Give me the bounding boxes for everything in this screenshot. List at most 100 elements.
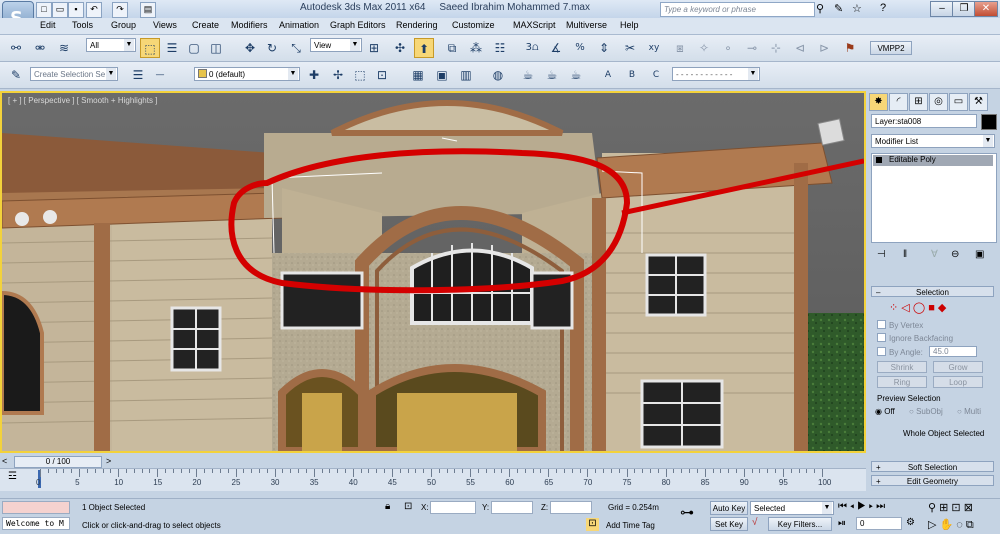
time-slider[interactable]: < 0 / 100 > bbox=[0, 455, 866, 468]
x-coordinate-field[interactable] bbox=[430, 501, 476, 514]
menu-multiverse[interactable]: Multiverse bbox=[566, 20, 607, 30]
edit-geometry-rollout-header[interactable]: + Edit Geometry bbox=[871, 475, 994, 486]
viewcube-icon[interactable] bbox=[817, 118, 845, 146]
infocenter-binoculars-icon[interactable]: ⚲ bbox=[816, 2, 824, 15]
reference-coordinate-dropdown[interactable]: View ▼ bbox=[310, 38, 362, 52]
absolute-mode-icon[interactable]: ⊡ bbox=[404, 501, 412, 512]
current-layer-dropdown[interactable]: 0 (default) ▼ bbox=[194, 67, 300, 81]
menu-edit[interactable]: Edit bbox=[40, 20, 56, 30]
snapshot-icon[interactable]: ✧ bbox=[694, 38, 714, 58]
align-icon[interactable]: ⁂ bbox=[466, 38, 486, 58]
set-key-button[interactable]: Set Key bbox=[710, 517, 748, 531]
edit-named-selection-set-icon[interactable]: ✎ bbox=[6, 65, 26, 85]
menu-animation[interactable]: Animation bbox=[279, 20, 319, 30]
menu-views[interactable]: Views bbox=[153, 20, 177, 30]
minimize-button[interactable]: – bbox=[930, 1, 954, 17]
stack-item-editable-poly[interactable]: Editable Poly bbox=[873, 155, 993, 166]
line-style-dropdown[interactable]: - - - - - - - - - - - - ▼ bbox=[672, 67, 760, 81]
percent-snap-icon[interactable]: % bbox=[570, 38, 590, 58]
utilities-tab-icon[interactable]: ⚒ bbox=[969, 93, 988, 111]
set-key-icon[interactable]: ⊶ bbox=[680, 504, 694, 521]
maxscript-listener-top[interactable] bbox=[2, 501, 70, 514]
remove-modifier-icon[interactable]: ⊖ bbox=[951, 249, 959, 260]
layer-toggles-icon[interactable]: — — bbox=[150, 65, 170, 100]
go-to-start-icon[interactable]: ⏮ bbox=[838, 501, 847, 512]
menu-create[interactable]: Create bbox=[192, 20, 219, 30]
select-and-move-icon[interactable]: ✥ bbox=[240, 38, 260, 58]
maximize-button[interactable]: ❐ bbox=[952, 1, 976, 17]
layer-manager-icon[interactable]: ☷ bbox=[490, 38, 510, 58]
element-icon[interactable]: ◆ bbox=[938, 302, 946, 314]
redo-icon[interactable]: ↷ bbox=[112, 2, 128, 18]
render-frame-icon[interactable]: ◍ bbox=[488, 65, 508, 85]
vertex-icon[interactable]: ⁘ bbox=[889, 302, 898, 314]
select-by-name-icon[interactable]: ☰ bbox=[162, 38, 182, 58]
unlink-icon[interactable]: ⚮ bbox=[30, 38, 50, 58]
key-mode-dropdown[interactable]: Selected ▼ bbox=[750, 501, 834, 515]
menu-graph-editors[interactable]: Graph Editors bbox=[330, 20, 386, 30]
pivot-center-icon[interactable]: ⊞ bbox=[364, 38, 384, 58]
menu-tools[interactable]: Tools bbox=[72, 20, 93, 30]
save-file-icon[interactable]: ▪ bbox=[68, 2, 84, 18]
go-to-end-icon[interactable]: ⏭ bbox=[876, 501, 885, 512]
array-icon[interactable]: ⧆ bbox=[670, 38, 690, 58]
render-production-icon[interactable]: ☕ bbox=[566, 65, 586, 85]
select-object-icon[interactable]: ⬚ bbox=[140, 38, 160, 58]
render-setup-teapot-icon[interactable]: ☕ bbox=[518, 65, 538, 85]
maximize-viewport-icon[interactable]: ⧉ bbox=[966, 519, 974, 531]
key-mode-toggle-icon[interactable]: ⏯ bbox=[838, 518, 846, 529]
y-coordinate-field[interactable] bbox=[491, 501, 533, 514]
spinner-snap-icon[interactable]: ⇕ bbox=[594, 38, 614, 58]
time-tag-icon[interactable]: ⊡ bbox=[586, 518, 599, 531]
undo-icon[interactable]: ↶ bbox=[86, 2, 102, 18]
slider-right-arrow-icon[interactable]: > bbox=[106, 456, 111, 466]
field-of-view-icon[interactable]: ▷ bbox=[928, 519, 936, 531]
preview-multi-radio[interactable]: ○ Multi bbox=[957, 407, 981, 416]
loop-button[interactable]: Loop bbox=[933, 376, 983, 388]
next-frame-icon[interactable]: ▸ bbox=[869, 501, 874, 512]
create-tab-icon[interactable]: ✸ bbox=[869, 93, 888, 111]
rectangular-selection-icon[interactable]: ▢ bbox=[184, 38, 204, 58]
zoom-extents-all-icon[interactable]: ⊠ bbox=[964, 502, 973, 514]
time-slider-thumb[interactable]: 0 / 100 bbox=[14, 456, 102, 468]
ignore-backfacing-checkbox[interactable]: Ignore Backfacing bbox=[877, 333, 953, 343]
new-file-icon[interactable]: □ bbox=[36, 2, 52, 18]
select-and-rotate-icon[interactable]: ↻ bbox=[262, 38, 282, 58]
expand-plus-icon[interactable] bbox=[876, 157, 882, 163]
align-camera-icon[interactable]: ⊳ bbox=[814, 38, 834, 58]
select-and-manipulate-icon[interactable]: ✣ bbox=[390, 38, 410, 58]
menu-modifiers[interactable]: Modifiers bbox=[231, 20, 268, 30]
mirror-icon[interactable]: ⧉ bbox=[442, 38, 462, 58]
border-icon[interactable]: ◯ bbox=[913, 302, 925, 314]
configure-sets-icon[interactable]: ▣ bbox=[975, 249, 984, 260]
time-configuration-icon[interactable]: ⚙ bbox=[906, 517, 915, 528]
zoom-all-icon[interactable]: ⊞ bbox=[939, 502, 948, 514]
shrink-button[interactable]: Shrink bbox=[877, 361, 927, 373]
by-angle-checkbox[interactable]: By Angle: bbox=[877, 347, 923, 357]
auto-key-button[interactable]: Auto Key bbox=[710, 501, 748, 515]
select-in-layer-icon[interactable]: ⬚ bbox=[350, 65, 370, 85]
mirror-axis-icon[interactable]: xy bbox=[644, 38, 664, 58]
angle-spinner[interactable]: 45.0 bbox=[929, 346, 977, 357]
create-new-layer-icon[interactable]: ✚ bbox=[304, 65, 324, 85]
zoom-icon[interactable]: ⚲ bbox=[928, 502, 936, 514]
text-b-icon[interactable]: B bbox=[622, 65, 642, 85]
by-vertex-checkbox[interactable]: By Vertex bbox=[877, 320, 923, 330]
selection-rollout-header[interactable]: – Selection bbox=[871, 286, 994, 297]
lock-selection-icon[interactable]: 🔒︎ bbox=[385, 501, 390, 512]
select-and-link-icon[interactable]: ⚯ bbox=[6, 38, 26, 58]
snaps-toggle-icon[interactable]: 3⩍ bbox=[522, 38, 542, 58]
window-crossing-icon[interactable]: ◫ bbox=[206, 38, 226, 58]
make-unique-icon[interactable]: ∀ bbox=[931, 249, 938, 260]
slider-left-arrow-icon[interactable]: < bbox=[2, 456, 7, 466]
play-icon[interactable]: ▶ bbox=[857, 501, 866, 512]
polygon-icon[interactable]: ■ bbox=[928, 302, 935, 314]
display-tab-icon[interactable]: ▭ bbox=[949, 93, 968, 111]
grow-button[interactable]: Grow bbox=[933, 361, 983, 373]
key-tangent-icon[interactable]: √ bbox=[752, 517, 758, 528]
mini-curve-editor-icon[interactable]: ☲ bbox=[8, 471, 17, 482]
clone-align-icon[interactable]: ⊸ bbox=[742, 38, 762, 58]
menu-customize[interactable]: Customize bbox=[452, 20, 495, 30]
menu-rendering[interactable]: Rendering bbox=[396, 20, 438, 30]
communication-center-icon[interactable]: ✎ bbox=[834, 2, 843, 15]
